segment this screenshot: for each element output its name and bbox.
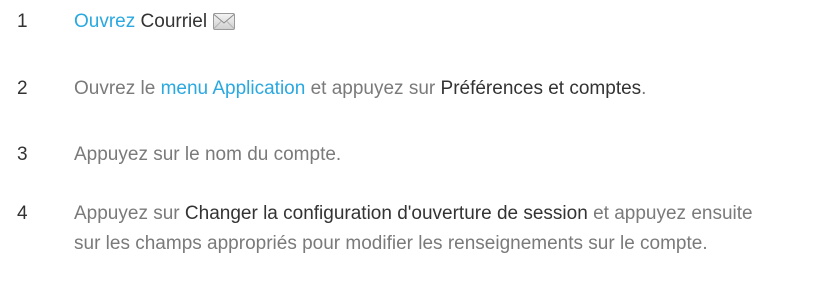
instruction-steps: 1 Ouvrez Courriel 2 Ouvrez le menu Appli… [0, 0, 829, 292]
step-number: 3 [17, 144, 28, 165]
step-text: Ouvrez Courriel [74, 7, 824, 37]
open-link[interactable]: Ouvrez [74, 11, 135, 32]
step-number: 4 [17, 203, 28, 224]
step-text-middle: et appuyez sur [305, 78, 441, 99]
preferences-accounts-label: Préférences et comptes [440, 78, 642, 99]
step-text-suffix: . [641, 78, 647, 99]
step-number: 1 [17, 11, 28, 32]
step-text-prefix: Ouvrez le [74, 78, 161, 99]
step-text-prefix: Appuyez sur [74, 203, 185, 224]
step-text: Appuyez sur Changer la configuration d'o… [74, 199, 774, 259]
step-text: Appuyez sur le nom du compte. [74, 144, 342, 165]
step-number: 2 [17, 78, 28, 99]
mail-icon [213, 10, 236, 30]
application-menu-link[interactable]: menu Application [161, 78, 306, 99]
step-text: Ouvrez le menu Application et appuyez su… [74, 74, 824, 104]
app-name: Courriel [140, 11, 208, 32]
change-login-config-label: Changer la configuration d'ouverture de … [184, 203, 588, 224]
